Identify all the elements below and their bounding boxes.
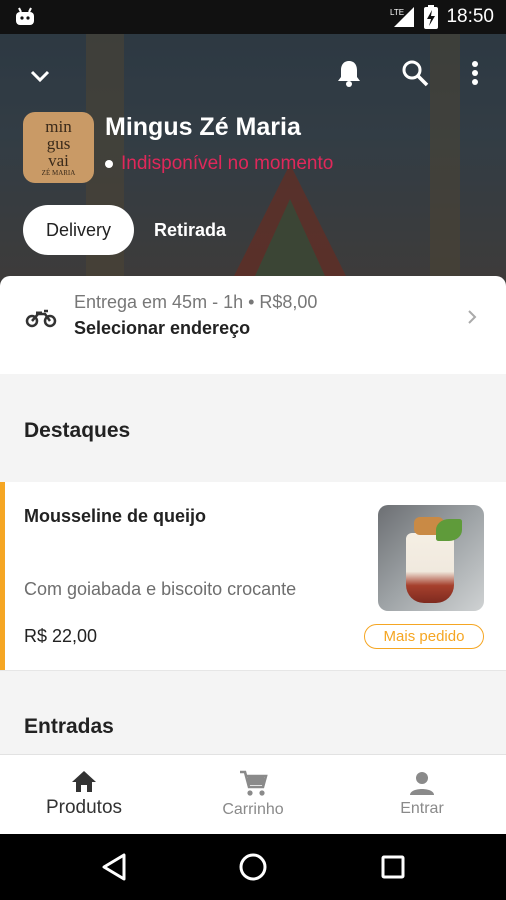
cart-icon xyxy=(240,770,268,796)
nav-label-login: Entrar xyxy=(400,800,444,817)
user-icon xyxy=(410,772,434,795)
status-dot-icon xyxy=(105,160,113,168)
search-icon[interactable] xyxy=(398,56,432,90)
home-circle-icon[interactable] xyxy=(236,850,270,884)
chevron-right-icon[interactable] xyxy=(462,305,482,329)
product-accent-bar xyxy=(0,482,5,670)
clock: 18:50 xyxy=(446,6,494,27)
nav-label-products: Produtos xyxy=(45,797,123,818)
divider xyxy=(0,670,506,671)
product-description: Com goiabada e biscoito crocante xyxy=(24,579,297,599)
chevron-down-icon[interactable] xyxy=(24,60,56,92)
product-image xyxy=(378,505,484,611)
more-vertical-icon[interactable] xyxy=(460,56,490,90)
product-price: R$ 22,00 xyxy=(24,626,98,646)
store-status: Indisponível no momento xyxy=(105,153,333,175)
svg-text:LTE: LTE xyxy=(390,8,404,17)
nav-item-cart[interactable]: Carrinho xyxy=(169,754,337,834)
nav-label-cart: Carrinho xyxy=(222,801,284,818)
most-ordered-badge: Mais pedido xyxy=(364,624,484,649)
section-title-highlights: Destaques xyxy=(24,419,131,442)
nav-item-products[interactable]: Produtos xyxy=(0,754,168,834)
select-address-link[interactable]: Selecionar endereço xyxy=(74,318,250,339)
home-icon xyxy=(72,771,96,792)
bell-icon[interactable] xyxy=(332,56,366,90)
store-logo: min gus vai ZÉ MARIA xyxy=(23,112,94,183)
nav-item-login[interactable]: Entrar xyxy=(338,754,506,834)
delivery-mode-button[interactable]: Delivery xyxy=(23,205,134,255)
back-triangle-icon[interactable] xyxy=(98,850,132,884)
pickup-mode-button[interactable]: Retirada xyxy=(140,205,240,255)
android-icon xyxy=(16,7,34,25)
motorcycle-icon xyxy=(25,309,57,328)
recents-square-icon[interactable] xyxy=(376,850,410,884)
store-name: Mingus Zé Maria xyxy=(105,113,301,141)
battery-charging-icon xyxy=(424,5,439,29)
status-bar: LTE 18:50 xyxy=(0,0,506,34)
product-name: Mousseline de queijo xyxy=(24,506,207,526)
delivery-time-fee: Entrega em 45m - 1h • R$8,00 xyxy=(74,292,318,312)
signal-icon: LTE xyxy=(390,7,415,27)
section-title-starters: Entradas xyxy=(24,715,114,738)
status-text: Indisponível no momento xyxy=(121,153,334,174)
